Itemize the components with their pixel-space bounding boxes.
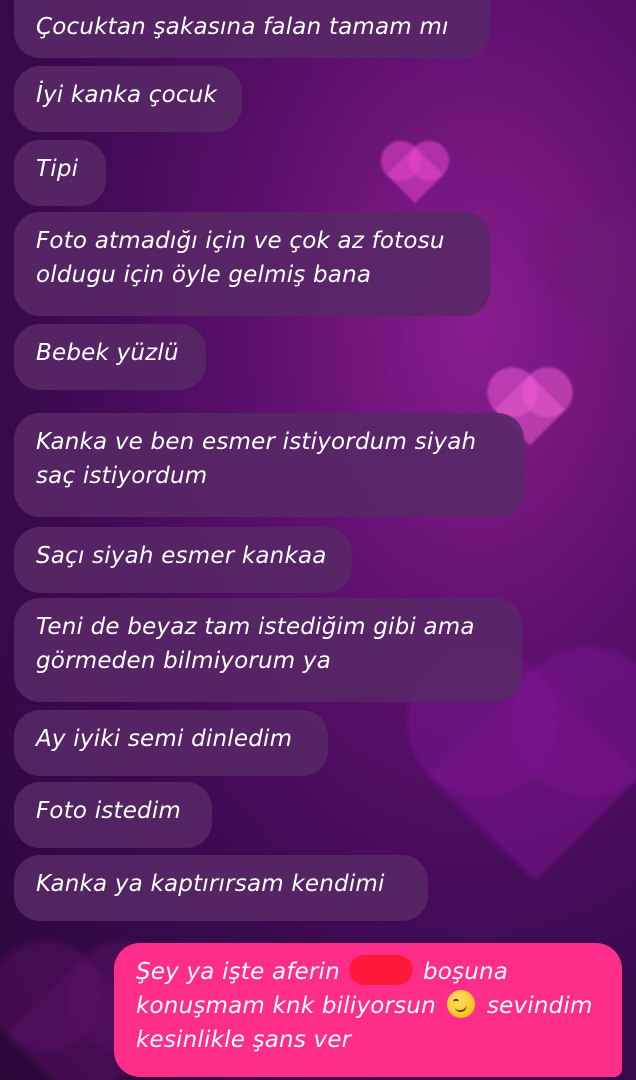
received-message[interactable]: Kanka ve ben esmer istiyordum siyah saç … [14, 413, 524, 517]
received-message[interactable]: Kanka ya kaptırırsam kendimi [14, 855, 428, 921]
received-message[interactable]: Bebek yüzlü [14, 324, 206, 390]
smirk-emoji-icon [447, 990, 476, 1018]
received-message[interactable]: Teni de beyaz tam istediğim gibi ama gör… [14, 598, 522, 702]
received-message[interactable]: İyi kanka çocuk [14, 66, 242, 132]
received-message[interactable]: Foto atmadığı için ve çok az fotosu oldu… [14, 212, 490, 316]
received-message[interactable]: Tipi [14, 140, 106, 206]
received-message[interactable]: Ay iyiki semi dinledim [14, 710, 328, 776]
sent-message-text: Şey ya işte aferin [136, 959, 340, 985]
received-message[interactable]: Çocuktan şakasına falan tamam mı [14, 0, 490, 58]
sent-message[interactable]: Şey ya işte aferin boşuna konuşmam knk b… [114, 943, 622, 1077]
message-list[interactable]: Çocuktan şakasına falan tamam mı İyi kan… [0, 0, 636, 1080]
redaction-mark [349, 955, 414, 985]
received-message[interactable]: Saçı siyah esmer kankaa [14, 527, 352, 593]
received-message[interactable]: Foto istedim [14, 782, 212, 848]
